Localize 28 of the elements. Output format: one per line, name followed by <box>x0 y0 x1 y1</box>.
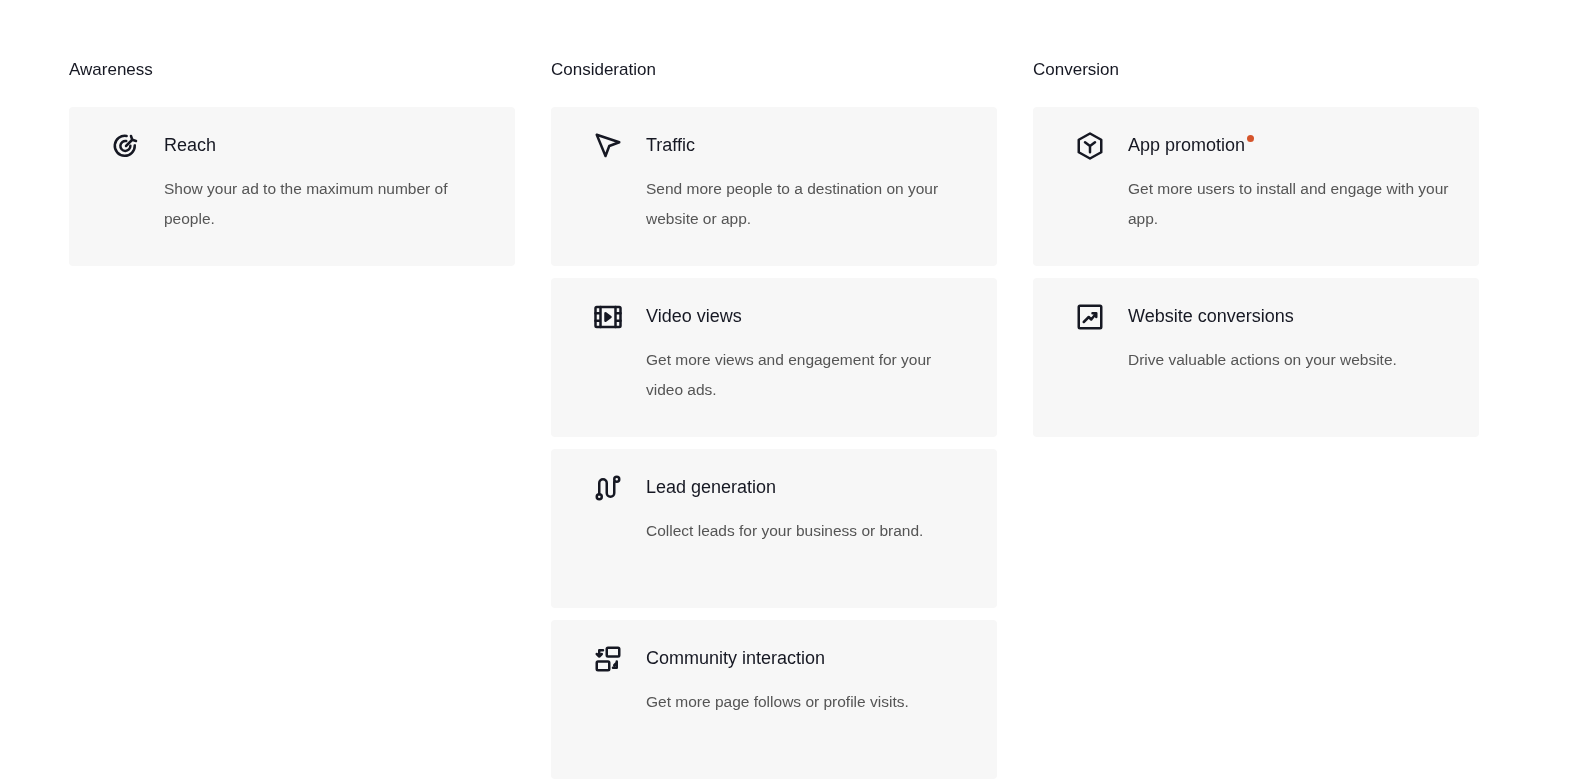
objective-description: Get more page follows or profile visits. <box>646 692 909 712</box>
objective-description: Drive valuable actions on your website. <box>1128 350 1397 370</box>
objective-title: Website conversions <box>1128 305 1294 328</box>
objective-description: Show your ad to the maximum number of people. <box>164 179 449 229</box>
column-heading: Awareness <box>69 59 154 81</box>
objective-card[interactable]: Video views Get more views and engagement for your video ads. <box>551 278 997 437</box>
objective-card[interactable]: Lead generation Collect leads for your business or brand. <box>551 449 997 608</box>
objective-card[interactable]: Website conversions Drive valuable actions on your website. <box>1033 278 1479 437</box>
objective-description: Get more views and engagement for your video ads. <box>646 350 933 400</box>
objective-title: Community interaction <box>646 647 826 670</box>
objective-title: App promotion <box>1128 134 1246 157</box>
objective-card[interactable]: Reach Show your ad to the maximum number of people. <box>69 107 515 266</box>
objective-title: Lead generation <box>646 476 777 499</box>
objective-description: Send more people to a destination on your website or app. <box>646 179 940 229</box>
objective-card[interactable]: App promotion Get more users to install and engage with your app. <box>1033 107 1479 266</box>
hexagon-icon <box>1075 131 1105 161</box>
objective-card[interactable]: Traffic Send more people to a destination on your website or app. <box>551 107 997 266</box>
column-heading: Consideration <box>551 59 657 81</box>
objective-card[interactable]: Community interaction Get more page follows or profile visits. <box>551 620 997 779</box>
objective-title: Traffic <box>646 134 695 157</box>
objective-description: Get more users to install and engage with your app. <box>1128 179 1450 229</box>
curvy-path-icon <box>593 473 623 503</box>
objective-title: Reach <box>164 134 217 157</box>
column-heading: Conversion <box>1033 59 1120 81</box>
swap-boxes-icon <box>593 644 623 674</box>
objective-title: Video views <box>646 305 742 328</box>
trend-chart-icon <box>1075 302 1105 332</box>
objective-description: Collect leads for your business or brand. <box>646 521 924 541</box>
